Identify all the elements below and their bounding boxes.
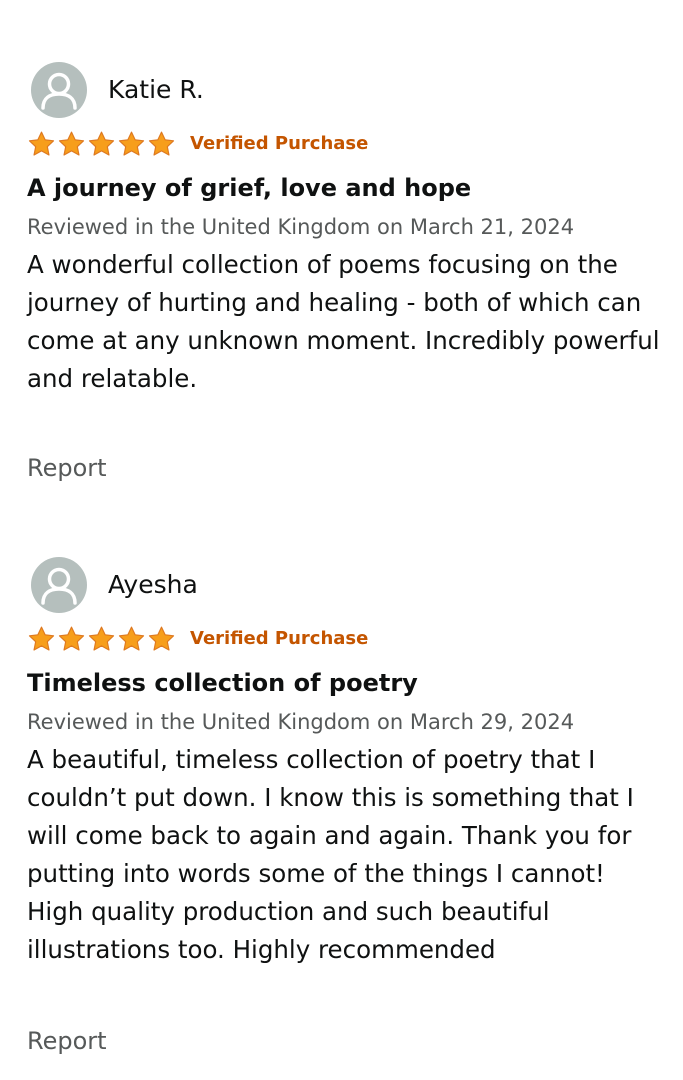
reviewer-name[interactable]: Katie R.: [108, 75, 204, 105]
report-link[interactable]: Report: [27, 1026, 107, 1056]
star-icon: [28, 626, 55, 651]
verified-purchase-badge: Verified Purchase: [190, 133, 369, 154]
star-rating: [27, 625, 176, 653]
review-body: A wonderful collection of poems focusing…: [27, 250, 660, 393]
star-icon: [148, 131, 175, 156]
review-title: A journey of grief, love and hope: [27, 174, 472, 202]
star-rating: [27, 130, 176, 158]
star-icon: [58, 131, 85, 156]
star-icon: [118, 131, 145, 156]
review-date: Reviewed in the United Kingdom on March …: [27, 710, 575, 734]
star-icon: [118, 626, 145, 651]
review-date: Reviewed in the United Kingdom on March …: [27, 215, 575, 239]
avatar-icon: [31, 62, 87, 118]
review-title: Timeless collection of poetry: [27, 669, 418, 697]
star-icon: [58, 626, 85, 651]
avatar-icon: [31, 557, 87, 613]
reviewer-name[interactable]: Ayesha: [108, 570, 198, 600]
star-icon: [88, 626, 115, 651]
verified-purchase-badge: Verified Purchase: [190, 628, 369, 649]
review-body: A beautiful, timeless collection of poet…: [27, 745, 634, 964]
star-icon: [88, 131, 115, 156]
report-link[interactable]: Report: [27, 453, 107, 483]
star-icon: [148, 626, 175, 651]
star-icon: [28, 131, 55, 156]
